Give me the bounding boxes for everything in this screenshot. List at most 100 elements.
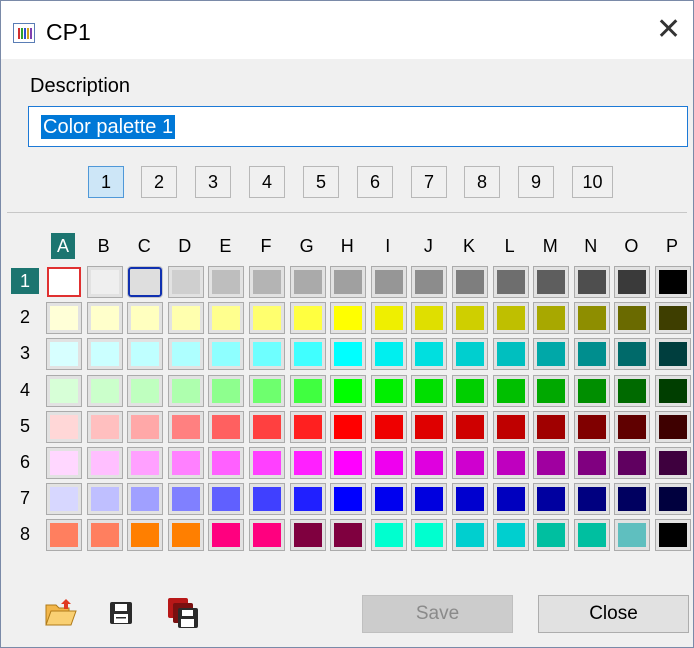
color-swatch-d8[interactable]	[167, 519, 204, 552]
color-swatch-c6[interactable]	[127, 447, 164, 479]
color-swatch-d1[interactable]	[167, 266, 204, 298]
color-swatch-h7[interactable]	[330, 483, 367, 516]
color-swatch-a3[interactable]	[46, 338, 82, 371]
color-swatch-f5[interactable]	[249, 410, 285, 443]
color-swatch-p1[interactable]	[655, 266, 691, 298]
row-header-6[interactable]: 6	[11, 449, 39, 475]
row-header-3[interactable]: 3	[11, 340, 39, 366]
color-swatch-k8[interactable]	[452, 519, 488, 552]
color-swatch-m6[interactable]	[533, 447, 570, 479]
color-swatch-h6[interactable]	[330, 447, 367, 479]
color-swatch-h4[interactable]	[330, 374, 367, 407]
color-swatch-j5[interactable]	[411, 410, 448, 443]
color-swatch-o3[interactable]	[614, 338, 651, 371]
row-header-2[interactable]: 2	[11, 304, 39, 330]
color-swatch-e1[interactable]	[208, 266, 245, 298]
color-swatch-d6[interactable]	[167, 447, 204, 479]
color-swatch-g7[interactable]	[289, 483, 326, 516]
color-swatch-e3[interactable]	[208, 338, 245, 371]
color-swatch-o7[interactable]	[614, 483, 651, 516]
row-header-1[interactable]: 1	[11, 268, 39, 294]
color-swatch-j1[interactable]	[411, 266, 448, 298]
color-swatch-p4[interactable]	[655, 374, 691, 407]
color-swatch-d2[interactable]	[167, 302, 204, 335]
color-swatch-m2[interactable]	[533, 302, 570, 335]
color-swatch-g3[interactable]	[289, 338, 326, 371]
color-swatch-o2[interactable]	[614, 302, 651, 335]
page-button-4[interactable]: 4	[249, 166, 285, 198]
save-button[interactable]: Save	[362, 595, 513, 633]
color-swatch-c7[interactable]	[127, 483, 164, 516]
color-swatch-j6[interactable]	[411, 447, 448, 479]
color-swatch-n8[interactable]	[573, 519, 610, 552]
color-swatch-g8[interactable]	[289, 519, 326, 552]
color-swatch-b7[interactable]	[86, 483, 123, 516]
color-swatch-c2[interactable]	[127, 302, 164, 335]
page-button-7[interactable]: 7	[411, 166, 447, 198]
color-swatch-h2[interactable]	[330, 302, 367, 335]
color-swatch-m3[interactable]	[533, 338, 570, 371]
color-swatch-c8[interactable]	[127, 519, 164, 552]
color-swatch-b4[interactable]	[86, 374, 123, 407]
floppy-disk-icon[interactable]	[104, 596, 138, 630]
color-swatch-k1[interactable]	[452, 266, 488, 298]
color-swatch-b5[interactable]	[86, 410, 123, 443]
column-header-e[interactable]: E	[207, 233, 243, 259]
color-swatch-g1[interactable]	[289, 266, 326, 298]
color-swatch-b2[interactable]	[86, 302, 123, 335]
color-swatch-e7[interactable]	[208, 483, 245, 516]
color-swatch-i3[interactable]	[370, 338, 407, 371]
column-header-i[interactable]: I	[370, 233, 406, 259]
color-swatch-d3[interactable]	[167, 338, 204, 371]
color-swatch-c5[interactable]	[127, 410, 164, 443]
color-swatch-o6[interactable]	[614, 447, 651, 479]
page-button-10[interactable]: 10	[572, 166, 613, 198]
column-header-o[interactable]: O	[613, 233, 649, 259]
color-swatch-m1[interactable]	[533, 266, 570, 298]
close-icon[interactable]: ✕	[656, 15, 681, 45]
column-header-p[interactable]: P	[654, 233, 690, 259]
color-swatch-p7[interactable]	[655, 483, 691, 516]
color-swatch-n2[interactable]	[573, 302, 610, 335]
column-header-f[interactable]: F	[248, 233, 284, 259]
color-swatch-l5[interactable]	[492, 410, 529, 443]
folder-open-icon[interactable]	[44, 596, 78, 630]
color-swatch-e6[interactable]	[208, 447, 245, 479]
color-swatch-d5[interactable]	[167, 410, 204, 443]
color-swatch-a6[interactable]	[46, 447, 82, 479]
color-swatch-g4[interactable]	[289, 374, 326, 407]
color-swatch-o1[interactable]	[614, 266, 651, 298]
color-swatch-a8[interactable]	[46, 519, 82, 552]
color-swatch-o5[interactable]	[614, 410, 651, 443]
color-swatch-c1[interactable]	[127, 266, 164, 298]
color-swatch-l3[interactable]	[492, 338, 529, 371]
color-swatch-f2[interactable]	[249, 302, 285, 335]
color-swatch-f4[interactable]	[249, 374, 285, 407]
color-swatch-i2[interactable]	[370, 302, 407, 335]
multiple-floppy-icon[interactable]	[166, 596, 200, 630]
color-swatch-l8[interactable]	[492, 519, 529, 552]
column-header-n[interactable]: N	[573, 233, 609, 259]
color-swatch-k4[interactable]	[452, 374, 488, 407]
color-swatch-l7[interactable]	[492, 483, 529, 516]
color-swatch-p6[interactable]	[655, 447, 691, 479]
color-swatch-b1[interactable]	[86, 266, 123, 298]
color-swatch-e2[interactable]	[208, 302, 245, 335]
color-swatch-h5[interactable]	[330, 410, 367, 443]
color-swatch-i8[interactable]	[370, 519, 407, 552]
column-header-a[interactable]: A	[51, 233, 75, 259]
column-header-d[interactable]: D	[167, 233, 203, 259]
color-swatch-k2[interactable]	[452, 302, 488, 335]
color-swatch-o8[interactable]	[614, 519, 651, 552]
color-swatch-p3[interactable]	[655, 338, 691, 371]
column-header-k[interactable]: K	[451, 233, 487, 259]
column-header-b[interactable]: B	[86, 233, 122, 259]
color-swatch-g5[interactable]	[289, 410, 326, 443]
color-swatch-m8[interactable]	[533, 519, 570, 552]
color-swatch-g6[interactable]	[289, 447, 326, 479]
color-swatch-i1[interactable]	[370, 266, 407, 298]
color-swatch-f7[interactable]	[249, 483, 285, 516]
color-swatch-g2[interactable]	[289, 302, 326, 335]
color-swatch-e8[interactable]	[208, 519, 245, 552]
row-header-5[interactable]: 5	[11, 413, 39, 439]
